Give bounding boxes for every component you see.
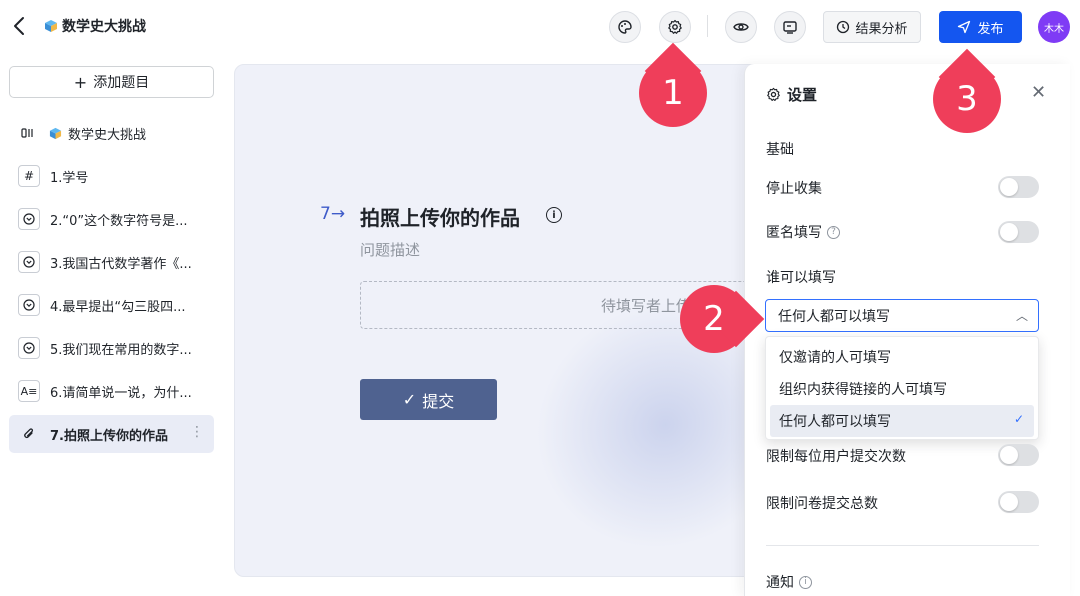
sidebar-item-cover[interactable]: 数学史大挑战 (9, 114, 214, 152)
sidebar-item-q3[interactable]: 3.我国古代数学著作《... (9, 243, 214, 281)
text-icon: A≡ (18, 380, 40, 402)
question-description[interactable]: 问题描述 (360, 239, 420, 260)
divider (766, 545, 1039, 546)
notify-label: 通知 i (766, 572, 812, 592)
eye-icon (733, 23, 749, 31)
send-icon (958, 20, 971, 34)
option-invited-only[interactable]: 仅邀请的人可填写 (770, 341, 1034, 373)
callout-badge-1: 1 (639, 59, 707, 127)
theme-button[interactable] (609, 11, 641, 43)
option-anyone[interactable]: 任何人都可以填写 ✓ (770, 405, 1034, 437)
help-icon[interactable]: ? (827, 225, 840, 239)
sidebar-item-label: 3.我国古代数学著作《... (50, 256, 192, 272)
plus-icon: + (73, 72, 88, 92)
single-choice-icon (18, 337, 40, 359)
top-bar: 数学史大挑战 结果分析 发布 木木 (0, 0, 1080, 54)
sidebar-item-label: 4.最早提出“勾三股四... (50, 299, 186, 315)
publish-button[interactable]: 发布 (939, 11, 1022, 43)
result-analysis-label: 结果分析 (855, 21, 908, 37)
limit-per-user-toggle[interactable] (998, 444, 1039, 466)
chevron-left-icon (14, 17, 24, 35)
check-icon: ✓ (402, 390, 417, 409)
info-icon[interactable]: i (546, 207, 562, 223)
stop-collect-toggle[interactable] (998, 176, 1039, 198)
gear-icon (767, 87, 780, 101)
close-icon[interactable]: ✕ (1031, 82, 1046, 103)
sidebar-item-q4[interactable]: 4.最早提出“勾三股四... (9, 286, 214, 324)
sidebar-item-label: 2.“0”这个数字符号是... (50, 213, 188, 229)
number-icon: # (18, 165, 40, 187)
sidebar-item-q5[interactable]: 5.我们现在常用的数字... (9, 329, 214, 367)
limit-total-toggle[interactable] (998, 491, 1039, 513)
sidebar-item-label: 7.拍照上传你的作品 (50, 428, 168, 444)
gear-icon (668, 19, 682, 34)
form-logo-icon (45, 20, 57, 32)
sidebar-item-q7[interactable]: 7.拍照上传你的作品 ⋮ (9, 415, 214, 453)
callout-badge-3: 3 (933, 65, 1001, 133)
callout-badge-2: 2 (680, 285, 748, 353)
single-choice-icon (18, 208, 40, 230)
result-analysis-button[interactable]: 结果分析 (823, 11, 921, 43)
settings-title-label: 设置 (787, 86, 818, 104)
who-can-fill-dropdown: 仅邀请的人可填写 组织内获得链接的人可填写 任何人都可以填写 ✓ (765, 336, 1039, 440)
option-org-link[interactable]: 组织内获得链接的人可填写 (770, 373, 1034, 405)
who-can-fill-label: 谁可以填写 (766, 270, 836, 286)
palette-icon (618, 20, 632, 34)
submit-label: 提交 (422, 391, 455, 411)
add-question-label: 添加题目 (93, 75, 150, 91)
preview-button[interactable] (725, 11, 757, 43)
form-title: 数学史大挑战 (62, 19, 146, 35)
sidebar-item-q6[interactable]: A≡ 6.请简单说一说，为什... (9, 372, 214, 410)
back-button[interactable] (10, 14, 30, 38)
stop-collect-label: 停止收集 (766, 181, 822, 197)
question-title[interactable]: 拍照上传你的作品 (360, 202, 520, 231)
question-number: 7→ (320, 204, 346, 224)
limit-per-user-label: 限制每位用户提交次数 (766, 449, 906, 465)
share-card-icon (783, 21, 797, 34)
sidebar-item-label: 1.学号 (50, 170, 89, 186)
toolbar-divider (707, 15, 708, 37)
who-can-fill-select[interactable]: 任何人都可以填写 ︿ (765, 299, 1039, 332)
submit-button[interactable]: ✓ 提交 (360, 379, 497, 420)
add-question-button[interactable]: + 添加题目 (9, 66, 214, 98)
cover-icon (18, 122, 40, 144)
sidebar-item-label: 数学史大挑战 (68, 127, 147, 143)
sidebar-item-label: 6.请简单说一说，为什... (50, 385, 192, 401)
share-button[interactable] (774, 11, 806, 43)
anonymous-label: 匿名填写 ? (766, 222, 840, 242)
info-icon[interactable]: i (799, 575, 812, 589)
sidebar-item-label: 5.我们现在常用的数字... (50, 342, 192, 358)
clock-icon (837, 20, 850, 34)
avatar[interactable]: 木木 (1038, 11, 1070, 43)
settings-button[interactable] (659, 11, 691, 43)
settings-title: 设置 (766, 84, 817, 105)
attachment-icon (18, 423, 40, 445)
sidebar-item-q2[interactable]: 2.“0”这个数字符号是... (9, 200, 214, 238)
check-icon: ✓ (1013, 412, 1024, 426)
sidebar-item-q1[interactable]: # 1.学号 (9, 157, 214, 195)
publish-label: 发布 (977, 21, 1004, 37)
single-choice-icon (18, 294, 40, 316)
anonymous-toggle[interactable] (998, 221, 1039, 243)
form-logo-icon (49, 127, 62, 139)
single-choice-icon (18, 251, 40, 273)
chevron-up-icon: ︿ (1015, 309, 1028, 323)
limit-total-label: 限制问卷提交总数 (766, 496, 878, 512)
settings-panel: 设置 ✕ 基础 停止收集 匿名填写 ? 谁可以填写 任何人都可以填写 ︿ 仅邀请… (744, 64, 1070, 596)
section-basic: 基础 (766, 142, 794, 158)
who-can-fill-value: 任何人都可以填写 (778, 308, 890, 325)
more-vertical-icon[interactable]: ⋮ (190, 424, 204, 440)
upload-placeholder: 待填写者上传 (601, 296, 692, 315)
